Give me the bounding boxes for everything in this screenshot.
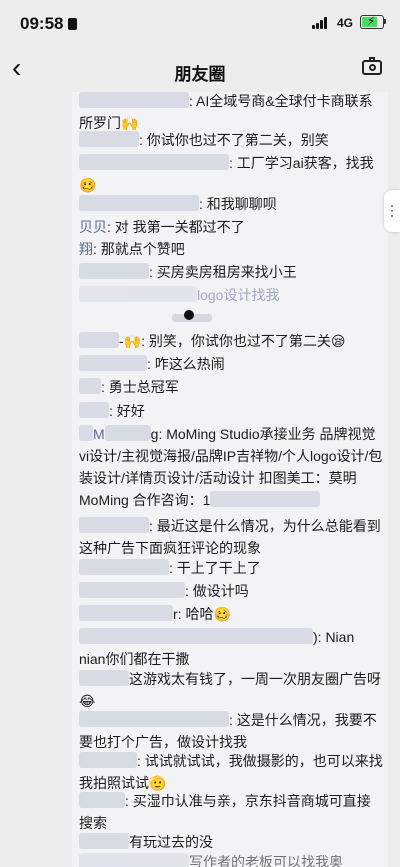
comment-item[interactable]: Mg: MoMing Studio承接业务 品牌视觉vi设计/主视觉海报/品牌I… [79,423,383,511]
page-title: 朋友圈 [174,65,226,84]
comment-item[interactable]: ): Nian nian你们都在干撒 [79,626,383,670]
comment-item[interactable]: : 咋这么热闹 [79,353,383,375]
comment-item[interactable]: 有玩过去的没 [79,831,383,853]
scroll-handle[interactable] [384,190,400,232]
comment-item[interactable]: : 这是什么情况，我要不要也打个广告，做设计找我 [79,709,383,753]
camera-icon[interactable] [362,57,382,75]
comment-item[interactable]: : 买湿巾认准与亲，京东抖音商城可直接搜索 [79,790,383,834]
comment-item[interactable]: : 最近这是什么情况，为什么总能看到这种广告下面疯狂评论的现象 [79,515,383,559]
comment-item[interactable]: 翔: 那就点个赞吧 [79,238,383,260]
comment-item[interactable]: : 和我聊聊呗 [79,193,383,215]
comment-item[interactable]: 贝贝: 对 我第一关都过不了 [79,216,383,238]
battery-icon: ⚡ [360,14,384,29]
comment-item[interactable]: 写作者的老板可以找我奥 [79,851,383,867]
comment-item[interactable]: : 你试你也过不了第二关，别笑 [79,129,383,151]
avatar-fragment [184,310,194,320]
comment-item[interactable]: : AI全域号商&全球付卡商联系所罗门🙌 [79,92,383,134]
comment-item[interactable]: : 勇士总冠军 [79,376,383,398]
status-time: 09:58 [20,14,78,34]
comment-item[interactable]: : 买房卖房租房来找小王 [79,261,383,283]
comment-item[interactable]: : 好好 [79,400,383,422]
comments-feed[interactable]: : AI全域号商&全球付卡商联系所罗门🙌 : 你试你也过不了第二关，别笑 : 工… [72,92,388,867]
comment-item[interactable]: : 干上了干上了 [79,557,383,579]
network-type: 4G [337,16,354,30]
comment-item[interactable]: r: 哈哈🥴 [79,603,383,625]
battery-tip [384,19,386,24]
comment-item[interactable]: logo设计找我 [79,284,383,306]
comment-item[interactable]: : 做设计吗 [79,580,383,602]
sim-icon [68,18,78,30]
comment-item[interactable]: -🙌: 别笑，你试你也过不了第二关😪 [79,330,383,352]
comment-item[interactable]: : 试试就试试，我做摄影的，也可以来找我拍照试试🫡 [79,750,383,794]
comment-item[interactable]: 这游戏太有钱了，一周一次朋友圈广告呀😂 [79,668,383,712]
comment-item[interactable]: : 工厂学习ai获客，找我🥴 [79,152,383,196]
status-bar: 09:58 4G ⚡ [0,0,400,46]
signal-icon [312,17,332,29]
nav-bar: ‹ 朋友圈 [0,46,400,92]
